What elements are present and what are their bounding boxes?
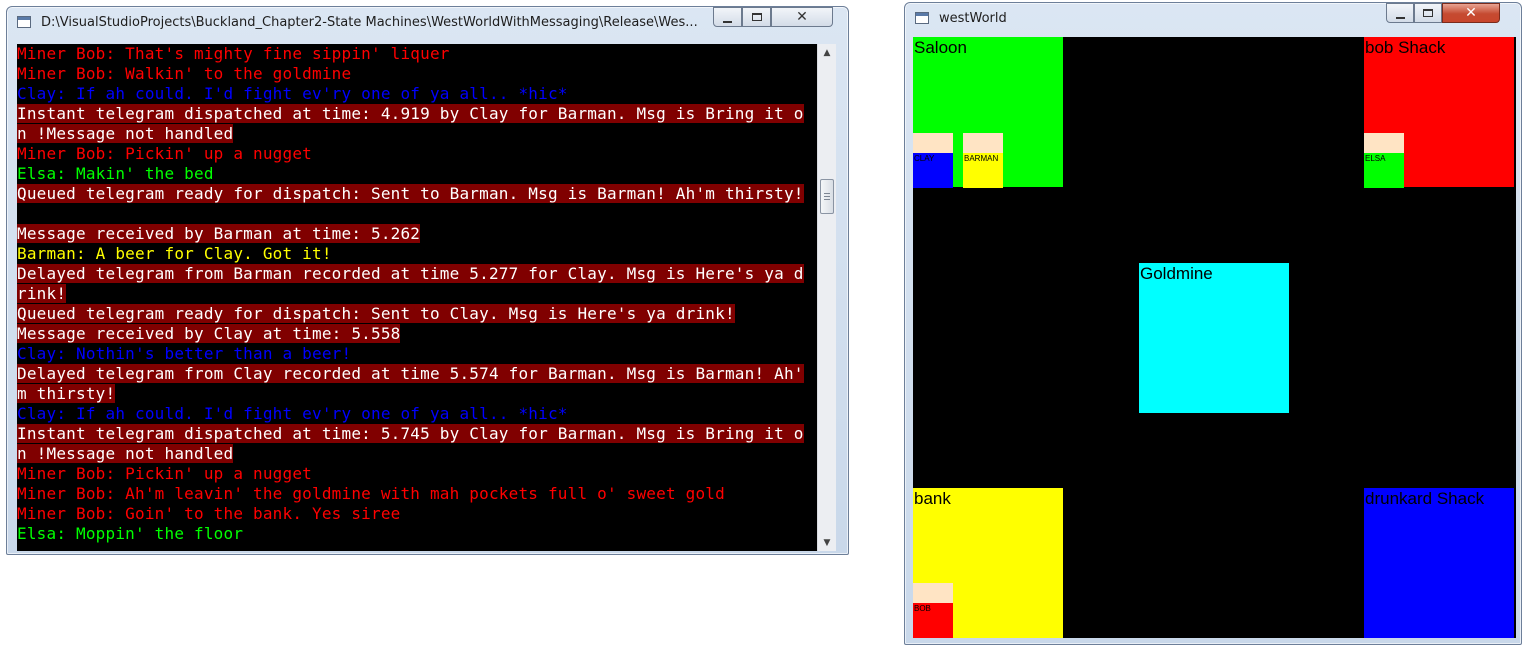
console-line: Miner Bob: Pickin' up a nugget [17, 464, 817, 484]
console-line-text: Miner Bob: Ah'm leavin' the goldmine wit… [17, 484, 725, 503]
console-line-text: Message received by Barman at time: 5.26… [17, 224, 421, 243]
console-line-text: Clay: If ah could. I'd fight ev'ry one o… [17, 404, 568, 423]
location-label: Saloon [914, 38, 967, 57]
location-label: drunkard Shack [1365, 489, 1485, 508]
agent-head [963, 133, 1003, 153]
location-drunkard-shack: drunkard Shack [1364, 488, 1514, 638]
console-scrollbar[interactable]: ▲ ▼ [817, 44, 836, 551]
console-line: Delayed telegram from Barman recorded at… [17, 264, 817, 284]
agent-clay: CLAY [913, 133, 953, 188]
world-canvas: Saloon bob Shack Goldmine bank drunkard … [913, 37, 1516, 638]
console-line-text: Clay: If ah could. I'd fight ev'ry one o… [17, 84, 568, 103]
agent-barman: BARMAN [963, 133, 1003, 188]
console-line: Instant telegram dispatched at time: 5.7… [17, 424, 817, 444]
agent-head [913, 133, 953, 153]
console-line: Elsa: Moppin' the floor [17, 524, 817, 544]
location-label: bank [914, 489, 951, 508]
agent-bob: BOB [913, 583, 953, 638]
westworld-app-icon [915, 12, 929, 24]
console-line: n !Message not handled [17, 444, 817, 464]
console-line-text: Delayed telegram from Barman recorded at… [17, 264, 804, 283]
console-line-text: n !Message not handled [17, 444, 234, 463]
maximize-icon [1423, 9, 1433, 17]
console-line: Clay: Nothin's better than a beer! [17, 344, 817, 364]
console-line-text: Miner Bob: Walkin' to the goldmine [17, 64, 352, 83]
console-line: Miner Bob: Walkin' to the goldmine [17, 64, 817, 84]
scroll-down-button[interactable]: ▼ [818, 534, 836, 551]
console-title: D:\VisualStudioProjects\Buckland_Chapter… [41, 15, 698, 30]
maximize-icon [751, 13, 762, 21]
console-line: Queued telegram ready for dispatch: Sent… [17, 304, 817, 324]
console-line: Clay: If ah could. I'd fight ev'ry one o… [17, 404, 817, 424]
console-line: Miner Bob: Goin' to the bank. Yes siree [17, 504, 817, 524]
close-icon: ✕ [1465, 5, 1477, 21]
console-line-text: Miner Bob: That's mighty fine sippin' li… [17, 44, 450, 63]
console-line: Message received by Clay at time: 5.558 [17, 324, 817, 344]
console-line-text: Miner Bob: Pickin' up a nugget [17, 464, 312, 483]
location-goldmine: Goldmine [1139, 263, 1289, 413]
console-line: Clay: If ah could. I'd fight ev'ry one o… [17, 84, 817, 104]
console-line: Delayed telegram from Clay recorded at t… [17, 364, 817, 384]
agent-label: BARMAN [964, 154, 999, 163]
console-line: rink! [17, 284, 817, 304]
agent-label: BOB [914, 604, 931, 613]
console-titlebar[interactable]: D:\VisualStudioProjects\Buckland_Chapter… [7, 7, 848, 37]
game-minimize-button[interactable] [1386, 3, 1414, 23]
console-line-text: Barman: A beer for Clay. Got it! [17, 244, 332, 263]
scroll-thumb[interactable] [820, 179, 834, 214]
minimize-button[interactable] [713, 7, 742, 27]
agent-elsa: ELSA [1364, 133, 1404, 188]
console-output[interactable]: Miner Bob: That's mighty fine sippin' li… [17, 44, 817, 551]
westworld-title: westWorld [939, 11, 1007, 26]
agent-label: ELSA [1365, 154, 1386, 163]
console-line-text: Delayed telegram from Clay recorded at t… [17, 364, 804, 383]
game-close-button[interactable]: ✕ [1442, 3, 1500, 23]
minimize-icon [1395, 14, 1405, 19]
console-line-text: Instant telegram dispatched at time: 4.9… [17, 104, 804, 123]
scroll-up-icon: ▲ [823, 47, 831, 58]
console-line-text: Message received by Clay at time: 5.558 [17, 324, 401, 343]
console-line-text: rink! [17, 284, 67, 303]
agent-head [913, 583, 953, 603]
agent-head [1364, 133, 1404, 153]
console-line-text: m thirsty! [17, 384, 116, 403]
console-line-text: Clay: Nothin's better than a beer! [17, 344, 352, 363]
westworld-titlebar[interactable]: westWorld ✕ [905, 3, 1521, 33]
console-line-text: Queued telegram ready for dispatch: Sent… [17, 304, 735, 323]
console-line-text: Elsa: Makin' the bed [17, 164, 214, 183]
location-label: bob Shack [1365, 38, 1446, 57]
location-label: Goldmine [1140, 264, 1213, 283]
console-line-text: Miner Bob: Pickin' up a nugget [17, 144, 312, 163]
console-line-text: Miner Bob: Goin' to the bank. Yes siree [17, 504, 401, 523]
console-line: Instant telegram dispatched at time: 4.9… [17, 104, 817, 124]
console-window[interactable]: D:\VisualStudioProjects\Buckland_Chapter… [6, 6, 849, 555]
console-line: Elsa: Makin' the bed [17, 164, 817, 184]
close-button[interactable]: ✕ [771, 7, 833, 27]
scroll-up-button[interactable]: ▲ [818, 44, 836, 61]
scroll-down-icon: ▼ [823, 537, 831, 548]
console-line: Miner Bob: Ah'm leavin' the goldmine wit… [17, 484, 817, 504]
console-line-text: n !Message not handled [17, 124, 234, 143]
maximize-button[interactable] [742, 7, 771, 27]
console-line: Miner Bob: That's mighty fine sippin' li… [17, 44, 817, 64]
close-icon: ✕ [796, 9, 808, 25]
console-line: Message received by Barman at time: 5.26… [17, 224, 817, 244]
console-line-text: Instant telegram dispatched at time: 5.7… [17, 424, 804, 443]
console-line: Barman: A beer for Clay. Got it! [17, 244, 817, 264]
console-line-text: Queued telegram ready for dispatch: Sent… [17, 184, 804, 203]
console-line-text: Elsa: Moppin' the floor [17, 524, 244, 543]
agent-label: CLAY [914, 154, 935, 163]
console-line: n !Message not handled [17, 124, 817, 144]
minimize-icon [723, 18, 732, 23]
westworld-window[interactable]: westWorld ✕ Saloon bob Shack Goldmine ba… [904, 2, 1522, 645]
console-line: Miner Bob: Pickin' up a nugget [17, 144, 817, 164]
console-app-icon [17, 16, 31, 28]
console-line: m thirsty! [17, 384, 817, 404]
game-maximize-button[interactable] [1414, 3, 1442, 23]
console-line: Queued telegram ready for dispatch: Sent… [17, 184, 817, 204]
